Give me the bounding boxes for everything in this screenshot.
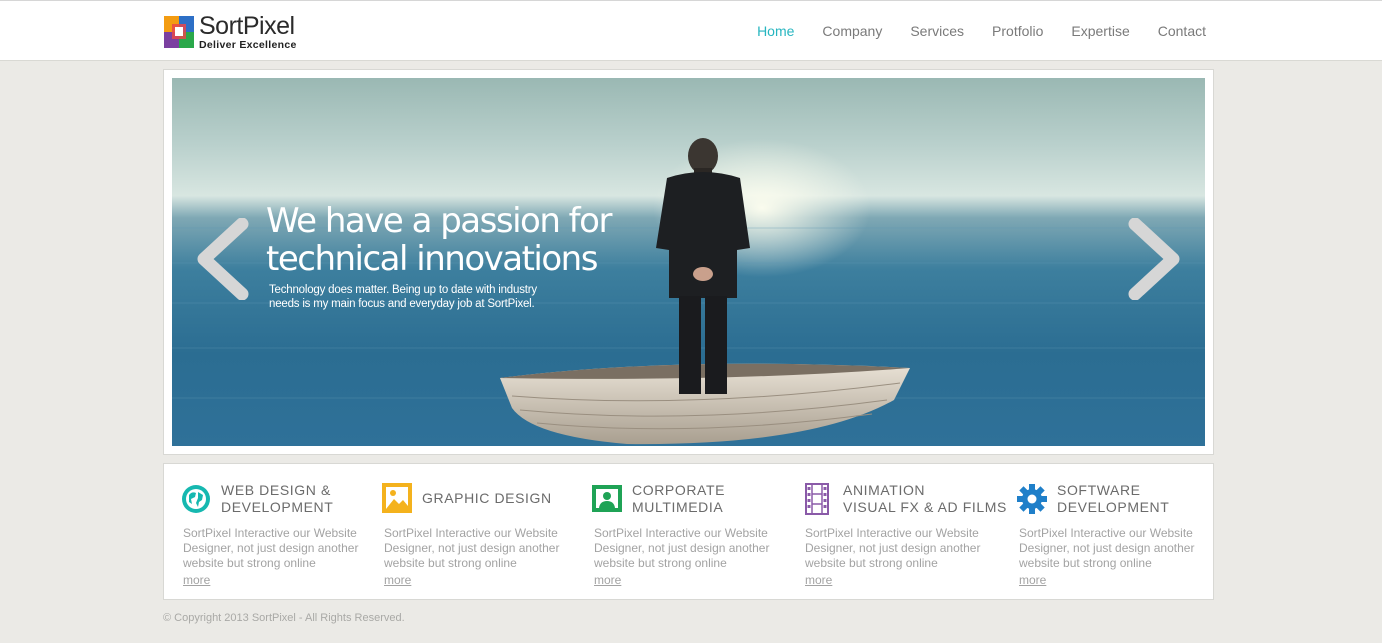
services-panel: WEB DESIGN & DEVELOPMENT SortPixel Inter… (163, 463, 1214, 600)
header: SortPixel Deliver Excellence Home Compan… (0, 0, 1382, 61)
service-description: SortPixel Interactive our Website Design… (384, 526, 560, 570)
slider-next-button[interactable] (1125, 217, 1187, 301)
hero-headline-line2: technical innovations (266, 239, 598, 279)
footer-copyright: © Copyright 2013 SortPixel - All Rights … (163, 612, 405, 624)
gear-icon (1017, 484, 1047, 514)
service-title: CORPORATE (632, 482, 726, 498)
nav-company[interactable]: Company (822, 23, 882, 39)
logo-tagline: Deliver Excellence (199, 38, 297, 51)
hero-subtext-line2: needs is my main focus and everyday job … (269, 298, 535, 310)
user-card-icon (592, 485, 622, 512)
slider-prev-button[interactable] (190, 217, 252, 301)
nav-home[interactable]: Home (757, 23, 794, 39)
service-description: SortPixel Interactive our Website Design… (1019, 526, 1195, 570)
service-description: SortPixel Interactive our Website Design… (594, 526, 770, 570)
main-nav: Home Company Services Protfolio Expertis… (729, 23, 1206, 39)
service-more-link[interactable]: more (594, 573, 621, 587)
service-animation: ANIMATION VISUAL FX & AD FILMS SortPixel… (802, 464, 1012, 599)
service-title: WEB DESIGN & (221, 482, 331, 498)
nav-contact[interactable]: Contact (1158, 23, 1206, 39)
service-more-link[interactable]: more (183, 573, 210, 587)
service-title: SOFTWARE (1057, 482, 1141, 498)
hero-subtext-line1: Technology does matter. Being up to date… (269, 284, 537, 296)
image-icon (382, 483, 412, 513)
nav-portfolio[interactable]: Protfolio (992, 23, 1043, 39)
hero-headline: We have a passion for technical innovati… (266, 202, 626, 278)
service-description: SortPixel Interactive our Website Design… (183, 526, 359, 570)
service-web-design: WEB DESIGN & DEVELOPMENT SortPixel Inter… (180, 464, 380, 599)
logo[interactable]: SortPixel Deliver Excellence (164, 11, 297, 51)
hero-slide: We have a passion for technical innovati… (172, 78, 1205, 446)
service-title: DEVELOPMENT (1057, 499, 1170, 515)
nav-expertise[interactable]: Expertise (1071, 23, 1129, 39)
service-more-link[interactable]: more (384, 573, 411, 587)
service-title: GRAPHIC DESIGN (422, 489, 552, 506)
chevron-right-icon (1128, 217, 1180, 301)
service-more-link[interactable]: more (1019, 573, 1046, 587)
logo-mark-icon (164, 16, 194, 48)
globe-icon (182, 485, 210, 513)
logo-name: SortPixel (199, 11, 295, 40)
service-title: MULTIMEDIA (632, 499, 724, 515)
service-more-link[interactable]: more (805, 573, 832, 587)
service-corporate-multimedia: CORPORATE MULTIMEDIA SortPixel Interacti… (591, 464, 791, 599)
service-graphic-design: GRAPHIC DESIGN SortPixel Interactive our… (381, 464, 581, 599)
chevron-left-icon (197, 217, 249, 301)
film-icon (805, 483, 829, 515)
hero-slider: We have a passion for technical innovati… (163, 69, 1214, 455)
service-title: VISUAL FX & AD FILMS (843, 499, 1007, 515)
hero-headline-line1: We have a passion for (266, 201, 612, 241)
service-software-development: SOFTWARE DEVELOPMENT SortPixel Interacti… (1016, 464, 1206, 599)
hero-subtext: Technology does matter. Being up to date… (269, 283, 569, 311)
service-title: ANIMATION (843, 482, 926, 498)
service-title: DEVELOPMENT (221, 499, 334, 515)
nav-services[interactable]: Services (910, 23, 964, 39)
service-description: SortPixel Interactive our Website Design… (805, 526, 981, 570)
